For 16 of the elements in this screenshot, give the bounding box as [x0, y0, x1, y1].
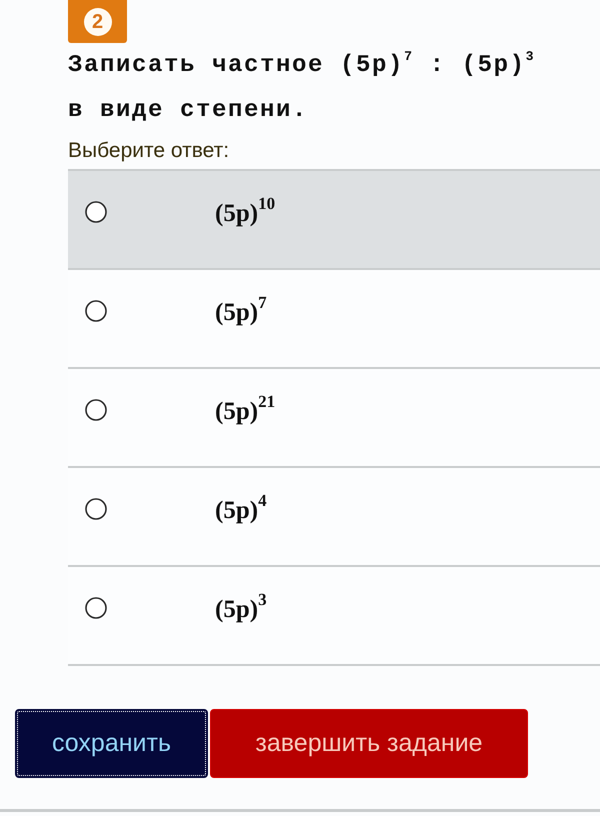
save-button[interactable]: сохранить — [15, 709, 208, 778]
prompt-label: Выберите ответ: — [68, 138, 230, 164]
radio-button[interactable] — [85, 597, 107, 619]
answer-text: (5p)$^{3}$ — [215, 596, 267, 624]
answer-text: (5p)$^{21}$ — [215, 398, 276, 426]
radio-button[interactable] — [85, 498, 107, 520]
answer-text: (5p)$^{4}$ — [215, 497, 267, 525]
question-text: Записать частное (5p)$^{7}$ : (5p)$^{3}$ в виде степени. — [68, 48, 536, 126]
question-number: 2 — [84, 8, 112, 36]
radio-button[interactable] — [85, 300, 107, 322]
radio-button[interactable] — [85, 201, 107, 223]
answer-option[interactable]: (5p)$^{10}$ — [68, 171, 600, 270]
answer-text: (5p)$^{7}$ — [215, 299, 267, 327]
answer-text: (5p)$^{10}$ — [215, 200, 276, 228]
finish-button[interactable]: завершить задание — [210, 709, 528, 778]
radio-button[interactable] — [85, 399, 107, 421]
